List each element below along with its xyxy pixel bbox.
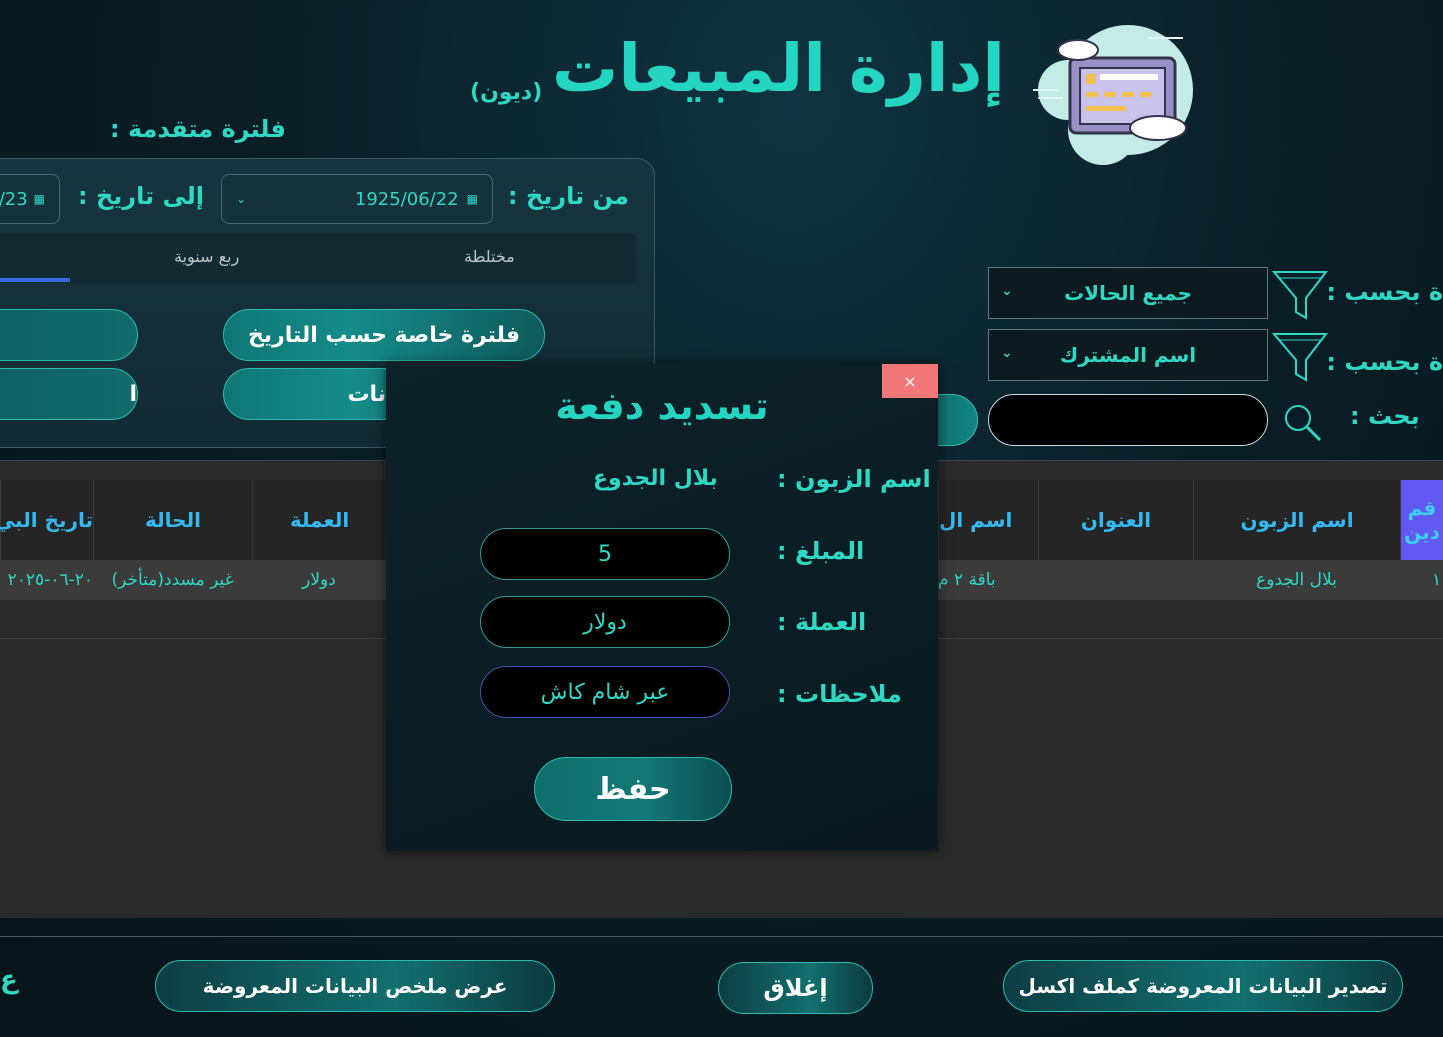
- calendar-icon: ▦: [466, 192, 478, 206]
- status-select-value: جميع الحالات: [1064, 281, 1192, 305]
- notes-field[interactable]: عبر شام كاش: [480, 666, 730, 718]
- close-button[interactable]: إغلاق: [718, 962, 873, 1014]
- field-select-value: اسم المشترك: [1059, 343, 1197, 367]
- search-icon: [1285, 405, 1322, 442]
- search-label: بحث :: [1350, 402, 1420, 430]
- to-date-picker[interactable]: /23 ▦: [0, 174, 60, 224]
- advanced-filter-label: فلترة متقدمة :: [110, 115, 286, 143]
- dialog-title: تسديد دفعة: [555, 384, 769, 428]
- active-tab-indicator: [0, 278, 70, 282]
- cell-address: [1038, 560, 1193, 600]
- search-input[interactable]: [988, 394, 1268, 446]
- column-header-status[interactable]: الحالة: [93, 480, 252, 560]
- to-date-label: إلى تاريخ :: [78, 182, 204, 210]
- currency-label: العملة :: [777, 608, 867, 636]
- tab-quarterly[interactable]: ربع سنوية: [174, 247, 239, 266]
- custom-date-filter-button[interactable]: فلترة خاصة حسب التاريخ: [223, 309, 545, 361]
- to-date-value: /23: [0, 188, 28, 210]
- edge-text: ع: [0, 965, 18, 995]
- export-excel-button[interactable]: تصدير البيانات المعروضة كملف اكسل: [1003, 960, 1403, 1012]
- cell-id: ١: [1431, 570, 1442, 590]
- show-summary-button[interactable]: عرض ملخص البيانات المعروضة: [155, 960, 555, 1012]
- cell-date: ٢٠-٠٦-٢٠٢٥: [7, 570, 93, 590]
- column-header-currency[interactable]: العملة: [252, 480, 386, 560]
- cell-status: غير مسدد(متأخر): [111, 570, 234, 590]
- footer-divider: [0, 936, 1443, 937]
- cell-customer: بلال الجدوع: [1256, 570, 1337, 590]
- notes-label: ملاحظات :: [777, 680, 902, 708]
- left-filter-button-1[interactable]: [0, 309, 138, 361]
- from-date-picker[interactable]: ⌄ 1925/06/22 ▦: [221, 174, 493, 224]
- funnel-icon: [1271, 333, 1329, 382]
- column-header-package[interactable]: اسم ال: [938, 480, 1038, 560]
- calendar-icon: ▦: [33, 192, 45, 206]
- left-filter-button-2[interactable]: ا: [0, 368, 138, 420]
- cell-currency: دولار: [302, 570, 336, 590]
- tab-mixed[interactable]: مختلطة: [464, 247, 515, 266]
- filter-by-label-1: ة بحسب :: [1326, 278, 1443, 306]
- customer-label: اسم الزبون :: [777, 465, 931, 493]
- chevron-down-icon: ⌄: [1001, 345, 1013, 361]
- field-select[interactable]: ⌄ اسم المشترك: [988, 329, 1268, 381]
- amount-label: المبلغ :: [777, 537, 865, 565]
- currency-field[interactable]: دولار: [480, 596, 730, 648]
- status-select[interactable]: ⌄ جميع الحالات: [988, 267, 1268, 319]
- cell-package: باقة ٢ م: [938, 570, 996, 590]
- from-date-value: 1925/06/22: [354, 188, 459, 210]
- save-button[interactable]: حفظ: [534, 757, 732, 821]
- page-title: إدارة المبيعات: [552, 30, 1005, 107]
- customer-value: بلال الجدوع: [593, 466, 718, 491]
- payment-card-icon: [1033, 25, 1193, 165]
- page-subtitle: (ديون): [470, 80, 543, 105]
- period-tabs: [0, 233, 636, 283]
- from-date-label: من تاريخ :: [508, 182, 629, 210]
- column-header-id[interactable]: قم دين: [1400, 480, 1443, 560]
- column-header-date[interactable]: تاريخ البي: [0, 480, 93, 560]
- amount-field[interactable]: 5: [480, 528, 730, 580]
- chevron-down-icon: ⌄: [1001, 283, 1013, 299]
- funnel-icon: [1271, 271, 1329, 320]
- column-header-address[interactable]: العنوان: [1038, 480, 1193, 560]
- column-header-customer[interactable]: اسم الزبون: [1193, 480, 1400, 560]
- chevron-down-icon: ⌄: [236, 192, 247, 206]
- filter-by-label-2: ة بحسب :: [1326, 348, 1443, 376]
